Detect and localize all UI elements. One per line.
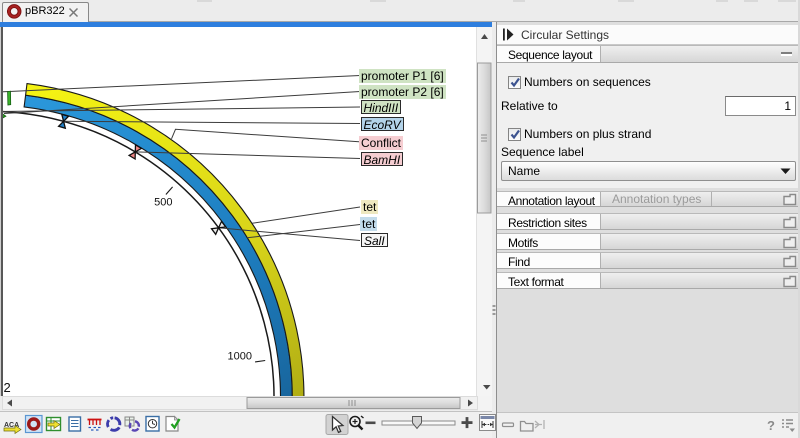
svg-text:500: 500 [154,197,172,209]
svg-text:1000: 1000 [228,351,252,363]
svg-text:?: ? [767,418,775,433]
